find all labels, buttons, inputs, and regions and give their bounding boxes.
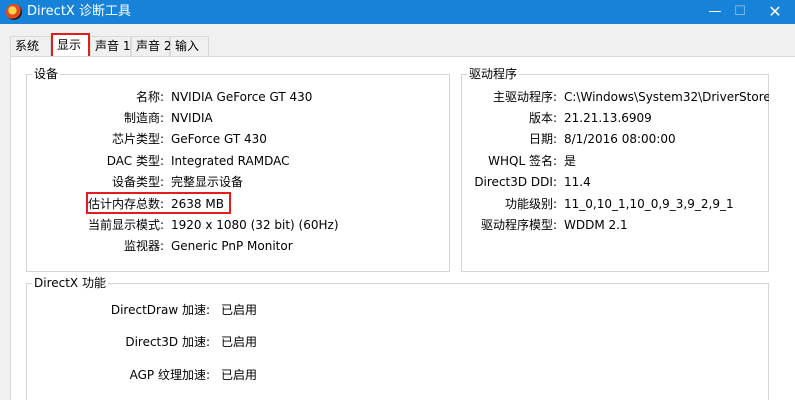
monitor-label: 监视器: bbox=[123, 239, 164, 253]
driver-version-label: 版本: bbox=[528, 111, 557, 125]
driver-date-value: 8/1/2016 08:00:00 bbox=[564, 132, 676, 146]
driver-model-value: WDDM 2.1 bbox=[564, 218, 628, 232]
total-memory-label: 估计内存总数: bbox=[87, 197, 164, 211]
chip-type-value: GeForce GT 430 bbox=[171, 132, 267, 146]
direct3d-accel-label: Direct3D 加速: bbox=[125, 335, 210, 349]
maximize-button[interactable]: ☐ bbox=[720, 0, 760, 24]
tab-sound-1[interactable]: 声音 1 bbox=[90, 36, 131, 56]
whql-value: 是 bbox=[564, 154, 577, 168]
device-name-value: NVIDIA GeForce GT 430 bbox=[171, 90, 313, 104]
display-tab-pane: 设备 名称: NVIDIA GeForce GT 430 制造商: NVIDIA… bbox=[10, 56, 795, 400]
directdraw-accel-label: DirectDraw 加速: bbox=[110, 303, 210, 317]
direct3d-accel-value: 已启用 bbox=[221, 335, 258, 349]
directdraw-accel-value: 已启用 bbox=[221, 303, 258, 317]
close-button[interactable]: ✕ bbox=[755, 0, 795, 24]
manufacturer-label: 制造商: bbox=[123, 111, 164, 125]
agp-texture-accel-label: AGP 纹理加速: bbox=[129, 368, 210, 382]
title-bar[interactable]: DirectX 诊断工具 — ☐ ✕ bbox=[0, 0, 795, 24]
dac-type-value: Integrated RAMDAC bbox=[171, 154, 290, 168]
chip-type-label: 芯片类型: bbox=[111, 132, 164, 146]
tab-sound-2[interactable]: 声音 2 bbox=[131, 36, 171, 56]
driver-group: 驱动程序 主驱动程序: C:\Windows\System32\DriverSt… bbox=[461, 67, 769, 272]
d3d-ddi-value: 11.4 bbox=[564, 175, 591, 189]
manufacturer-value: NVIDIA bbox=[171, 111, 213, 125]
window-title: DirectX 诊断工具 bbox=[27, 4, 131, 19]
driver-date-label: 日期: bbox=[528, 132, 557, 146]
device-group-title: 设备 bbox=[32, 67, 61, 81]
dac-type-label: DAC 类型: bbox=[106, 154, 164, 168]
display-mode-value: 1920 x 1080 (32 bit) (60Hz) bbox=[171, 218, 339, 232]
total-memory-value: 2638 MB bbox=[171, 197, 224, 211]
directx-features-group: DirectX 功能 DirectDraw 加速: 已启用 Direct3D 加… bbox=[26, 276, 769, 400]
driver-group-title: 驱动程序 bbox=[467, 67, 520, 81]
device-group: 设备 名称: NVIDIA GeForce GT 430 制造商: NVIDIA… bbox=[26, 67, 450, 272]
display-mode-label: 当前显示模式: bbox=[87, 218, 164, 232]
main-driver-label: 主驱动程序: bbox=[492, 90, 557, 104]
main-driver-value: C:\Windows\System32\DriverStore\Fil bbox=[564, 90, 769, 104]
tab-display[interactable]: 显示 bbox=[51, 33, 90, 56]
monitor-value: Generic PnP Monitor bbox=[171, 239, 293, 253]
feature-level-label: 功能级别: bbox=[504, 197, 557, 211]
device-type-label: 设备类型: bbox=[111, 175, 164, 189]
driver-model-label: 驱动程序模型: bbox=[480, 218, 557, 232]
tab-input[interactable]: 输入 bbox=[170, 36, 209, 56]
directx-features-title: DirectX 功能 bbox=[32, 276, 108, 290]
d3d-ddi-label: Direct3D DDI: bbox=[474, 175, 557, 189]
feature-level-value: 11_0,10_1,10_0,9_3,9_2,9_1 bbox=[564, 197, 734, 211]
whql-label: WHQL 签名: bbox=[488, 154, 557, 168]
directx-app-icon bbox=[6, 4, 22, 20]
device-type-value: 完整显示设备 bbox=[171, 175, 244, 189]
device-name-label: 名称: bbox=[135, 90, 164, 104]
agp-texture-accel-value: 已启用 bbox=[221, 368, 258, 382]
tab-system[interactable]: 系统 bbox=[10, 36, 51, 56]
driver-version-value: 21.21.13.6909 bbox=[564, 111, 652, 125]
